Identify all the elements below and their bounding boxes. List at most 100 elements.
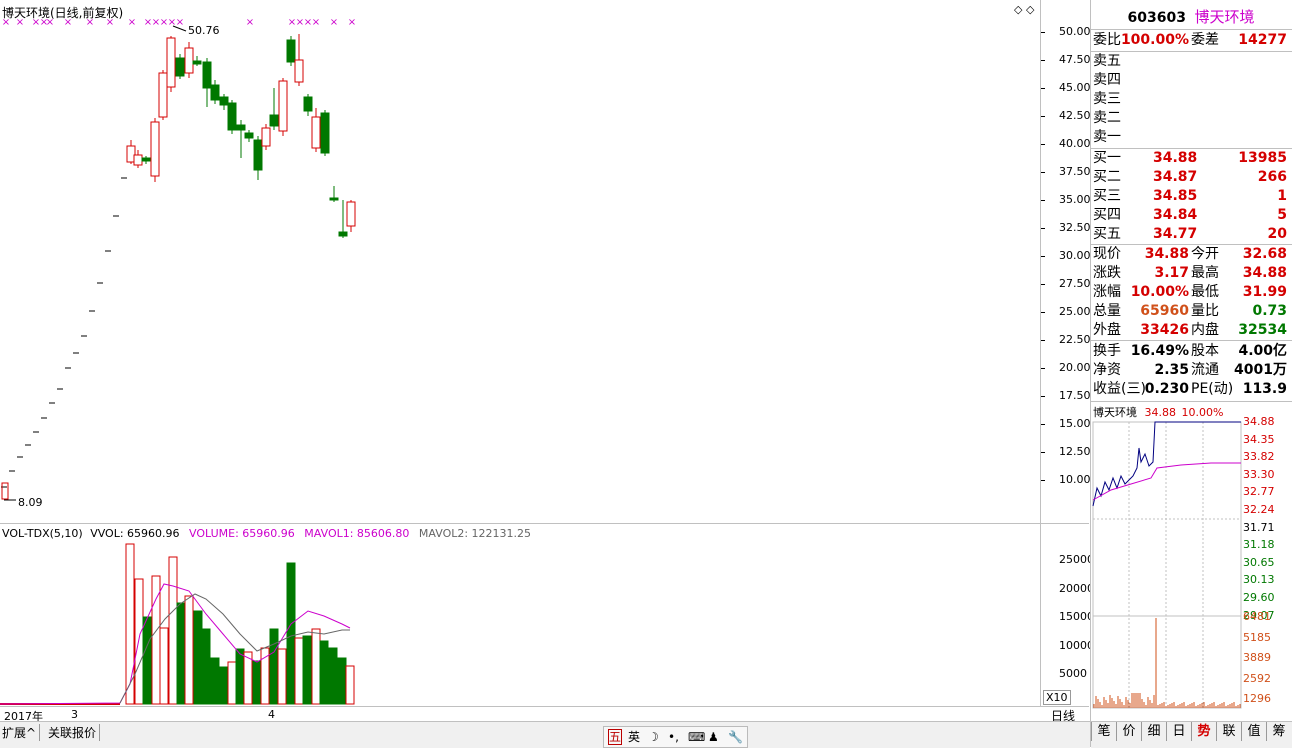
- stat-value: 3.17: [1154, 265, 1189, 281]
- mini-price-tick: 33.82: [1243, 450, 1275, 464]
- volume-chart-panel[interactable]: VOL-TDX(5,10) VVOL: 65960.96 VOLUME: 659…: [0, 523, 1041, 707]
- stat-value2: 0.73: [1252, 303, 1287, 319]
- ime-item-2[interactable]: ☽: [648, 727, 659, 747]
- period-label[interactable]: 日线: [1041, 706, 1089, 723]
- weicha-label: 委差: [1191, 32, 1219, 48]
- weibi-value: 100.00%: [1120, 32, 1189, 48]
- right-tab-7[interactable]: 筹: [1266, 722, 1291, 741]
- buy-label: 买五: [1093, 226, 1121, 242]
- right-tab-4[interactable]: 势: [1191, 722, 1216, 741]
- buy-volume: 266: [1257, 169, 1287, 185]
- right-tab-0[interactable]: 笔: [1091, 722, 1116, 741]
- ime-item-0[interactable]: 五: [608, 729, 623, 745]
- buy-2-row[interactable]: 买二 34.87 266: [1091, 168, 1291, 187]
- svg-text:×: ×: [312, 17, 320, 28]
- price-tick: 37.50: [1059, 165, 1091, 178]
- stat-label2: 内盘: [1191, 322, 1219, 338]
- right-tab-6[interactable]: 值: [1241, 722, 1266, 741]
- fin-row: 净资 2.35 流通 4001万: [1091, 361, 1291, 380]
- mini-avg-line: [1092, 462, 1241, 501]
- stock-name: 博天环境: [1194, 8, 1255, 26]
- mini-price-tick: 32.24: [1243, 503, 1275, 516]
- sell-1-row: 卖一: [1091, 128, 1291, 147]
- volume-tick: 15000: [1059, 610, 1094, 623]
- mini-volume-bars: [1093, 618, 1241, 708]
- svg-text:×: ×: [2, 17, 10, 28]
- buy-label: 买四: [1093, 207, 1121, 223]
- right-tab-5[interactable]: 联: [1216, 722, 1241, 741]
- price-tick: 40.00: [1059, 137, 1091, 150]
- high-price-label: 50.76: [188, 24, 220, 37]
- stat-label: 外盘: [1093, 322, 1121, 338]
- ime-item-4[interactable]: ⌨: [688, 727, 705, 747]
- stat-row: 外盘 33426 内盘 32534: [1091, 321, 1291, 340]
- price-tick: 45.00: [1059, 81, 1091, 94]
- volume-tick: 5000: [1059, 667, 1087, 680]
- buy-1-row[interactable]: 买一 34.88 13985: [1091, 149, 1291, 168]
- buy-price: 34.85: [1153, 188, 1198, 204]
- expand-tab[interactable]: 扩展^: [2, 724, 41, 741]
- ime-item-6[interactable]: 🔧: [728, 727, 743, 747]
- stat-label2: 最高: [1191, 265, 1219, 281]
- stat-row: 总量 65960 量比 0.73: [1091, 302, 1291, 321]
- stat-value2: 34.88: [1242, 265, 1287, 281]
- right-tab-1[interactable]: 价: [1116, 722, 1141, 741]
- volume-tick: 20000: [1059, 581, 1094, 595]
- candle-chart-panel[interactable]: 博天环境(日线,前复权) ◇ ◇ × × × × × × × × × × × × × × × × × × × × × 5…: [0, 0, 1041, 523]
- volume-tick: 25000: [1059, 553, 1094, 566]
- sell-2-label: 卖二: [1093, 110, 1121, 126]
- fin-value: 16.49%: [1130, 343, 1189, 359]
- price-tick: 25.00: [1059, 305, 1091, 318]
- price-tick: 32.50: [1059, 221, 1091, 234]
- svg-text:×: ×: [128, 17, 136, 28]
- pink-x-markers: × × × ×× × × × × × × × × × × × × × × × ×: [2, 17, 356, 28]
- mini-volume-tick: 5185: [1243, 630, 1271, 644]
- fin-row: 换手 16.49% 股本 4.00亿: [1091, 342, 1291, 361]
- price-tick: 17.50: [1059, 389, 1091, 402]
- right-tab-2[interactable]: 细: [1141, 722, 1166, 741]
- mini-price-tick: 31.18: [1243, 538, 1275, 552]
- svg-text:×: ×: [330, 17, 338, 28]
- mini-price-tick: 32.77: [1243, 485, 1275, 499]
- mini-volume-tick: 6481: [1243, 610, 1271, 623]
- buy-3-row[interactable]: 买三 34.85 1: [1091, 187, 1291, 206]
- stat-label2: 量比: [1191, 303, 1219, 319]
- fin-label2: 股本: [1191, 343, 1219, 359]
- fin-value2: 113.9: [1242, 381, 1287, 397]
- svg-text:×: ×: [16, 17, 24, 28]
- fin-value2: 4.00亿: [1238, 343, 1287, 359]
- svg-text:×: ×: [46, 17, 54, 28]
- stat-value: 65960: [1140, 303, 1189, 319]
- buy-volume: 13985: [1238, 150, 1287, 166]
- sell-2-row: 卖二: [1091, 109, 1291, 128]
- stock-code: 603603: [1127, 10, 1186, 26]
- buy-5-row[interactable]: 买五 34.77 20: [1091, 225, 1291, 244]
- stat-value2: 31.99: [1242, 284, 1287, 300]
- related-quote-tab[interactable]: 关联报价: [48, 724, 101, 741]
- weibi-row: 委比 100.00% 委差 14277: [1091, 31, 1291, 50]
- stat-label: 总量: [1093, 303, 1121, 319]
- svg-text:×: ×: [64, 17, 72, 28]
- ime-item-3[interactable]: •,: [668, 727, 679, 747]
- weicha-value: 14277: [1238, 32, 1287, 48]
- volume-multiplier: X10: [1043, 690, 1071, 705]
- price-tick: 27.50: [1059, 277, 1091, 290]
- buy-label: 买二: [1093, 169, 1121, 185]
- price-tick: 20.00: [1059, 361, 1091, 374]
- stat-value2: 32534: [1238, 322, 1287, 338]
- fin-label: 换手: [1093, 343, 1121, 359]
- ime-item-5[interactable]: ♟: [708, 727, 719, 747]
- ime-toolbar[interactable]: 五英 ☽ •, ⌨ ♟ 🔧: [603, 726, 748, 748]
- stat-label: 涨幅: [1093, 284, 1121, 300]
- mini-volume-tick: 3889: [1243, 651, 1271, 664]
- ime-item-1[interactable]: 英: [628, 727, 640, 747]
- fin-label: 净资: [1093, 362, 1121, 378]
- mini-price-tick: 34.88: [1243, 415, 1275, 428]
- sell-3-row: 卖三: [1091, 90, 1291, 109]
- svg-text:×: ×: [176, 17, 184, 28]
- stock-header: 603603 博天环境: [1091, 6, 1291, 27]
- fin-label2: 流通: [1191, 362, 1219, 378]
- right-tab-3[interactable]: 日: [1166, 722, 1191, 741]
- quote-panel: 603603 博天环境 委比 100.00% 委差 14277 卖五 卖四 卖三 卖二…: [1090, 0, 1292, 748]
- buy-4-row[interactable]: 买四 34.84 5: [1091, 206, 1291, 225]
